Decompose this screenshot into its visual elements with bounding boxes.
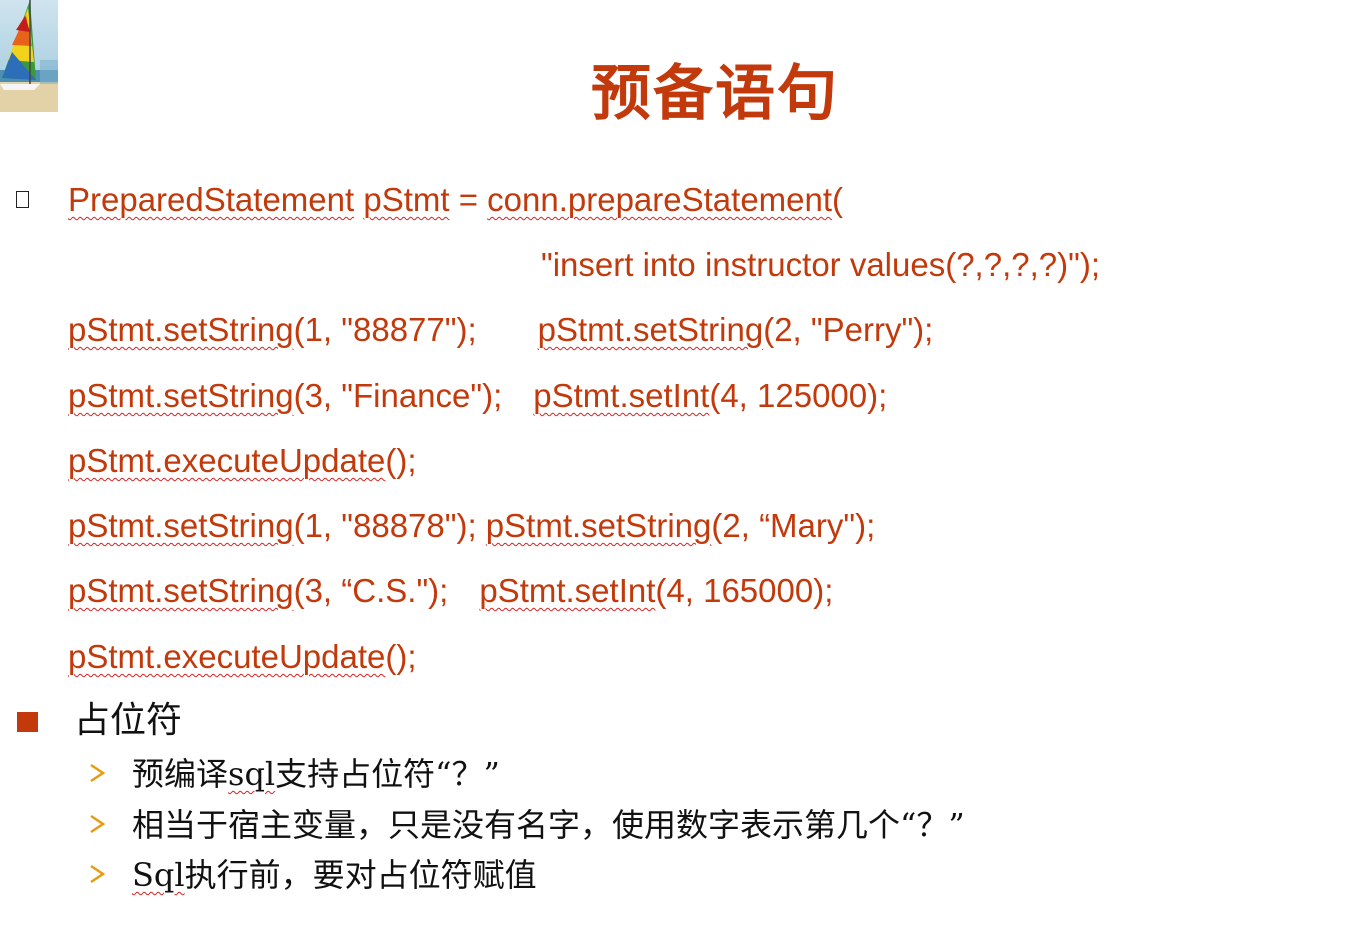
code-line-2: "insert into instructor values(?,?,?,?)"… <box>541 245 1100 285</box>
text-segment: Sql <box>132 856 185 894</box>
square-bullet-icon <box>17 712 38 732</box>
code-line-4: pStmt.setString(3, "Finance"); pStmt.setI… <box>68 376 887 416</box>
arrow-bullet-icon <box>90 864 106 884</box>
code-token: (); <box>385 442 417 479</box>
arrow-bullet-icon <box>90 763 106 783</box>
code-token: pStmt.setString <box>68 572 294 609</box>
sub-bullet-text: 相当于宿主变量，只是没有名字，使用数字表示第几个“？” <box>132 806 965 844</box>
code-token: "insert into instructor values(?,?,?,?)"… <box>541 246 1100 283</box>
code-token: pStmt.setString <box>68 377 294 414</box>
code-token: (1, "88878"); <box>293 507 486 544</box>
code-token: (1, "88877"); <box>293 311 477 348</box>
code-line-1: PreparedStatement pStmt = conn.prepareSt… <box>68 180 843 220</box>
code-token: (3, "Finance"); <box>293 377 503 414</box>
text-segment: 支持占位符“？” <box>275 755 500 793</box>
code-token: pStmt.executeUpdate <box>68 638 386 675</box>
code-token: pStmt.setString <box>68 507 294 544</box>
code-line-3: pStmt.setString(1, "88877"); pStmt.setStr… <box>68 310 933 350</box>
code-token: pStmt <box>363 181 450 218</box>
arrow-bullet-icon <box>90 814 106 834</box>
code-token: pStmt.setString <box>537 311 764 348</box>
sub-bullet-text: Sql执行前，要对占位符赋值 <box>132 855 537 895</box>
code-token: ( <box>832 181 844 218</box>
code-line-6: pStmt.setString(1, "88878"); pStmt.setSt… <box>68 506 875 546</box>
code-line-8: pStmt.executeUpdate(); <box>68 637 417 677</box>
text-segment: 执行前，要对占位符赋值 <box>184 856 537 894</box>
code-token: (4, 125000); <box>709 377 888 414</box>
code-token: (2, “Mary"); <box>711 507 876 544</box>
missing-glyph-bullet-icon <box>16 191 29 208</box>
sub-bullet-text: 预编译sql支持占位符“？” <box>132 754 500 794</box>
code-token: pStmt.setInt <box>479 572 656 609</box>
code-token: pStmt.setString <box>68 311 294 348</box>
code-token: conn.prepareStatement <box>487 181 833 218</box>
code-token: pStmt.setInt <box>533 377 710 414</box>
code-token: (2, "Perry"); <box>763 311 934 348</box>
code-token: (4, 165000); <box>655 572 834 609</box>
text-segment: sql <box>228 755 276 793</box>
code-token: pStmt.executeUpdate <box>68 442 386 479</box>
code-token: PreparedStatement <box>68 181 355 218</box>
text-segment: 预编译 <box>132 755 229 793</box>
code-line-7: pStmt.setString(3, “C.S."); pStmt.setInt(… <box>68 571 833 611</box>
code-token: (); <box>385 638 417 675</box>
slide-title: 预备语句 <box>591 59 839 130</box>
code-token: = <box>449 181 488 218</box>
code-line-5: pStmt.executeUpdate(); <box>68 441 417 481</box>
code-token: pStmt.setString <box>485 507 712 544</box>
code-token: (3, “C.S."); <box>293 572 449 609</box>
bullet-label: 占位符 <box>74 700 183 741</box>
